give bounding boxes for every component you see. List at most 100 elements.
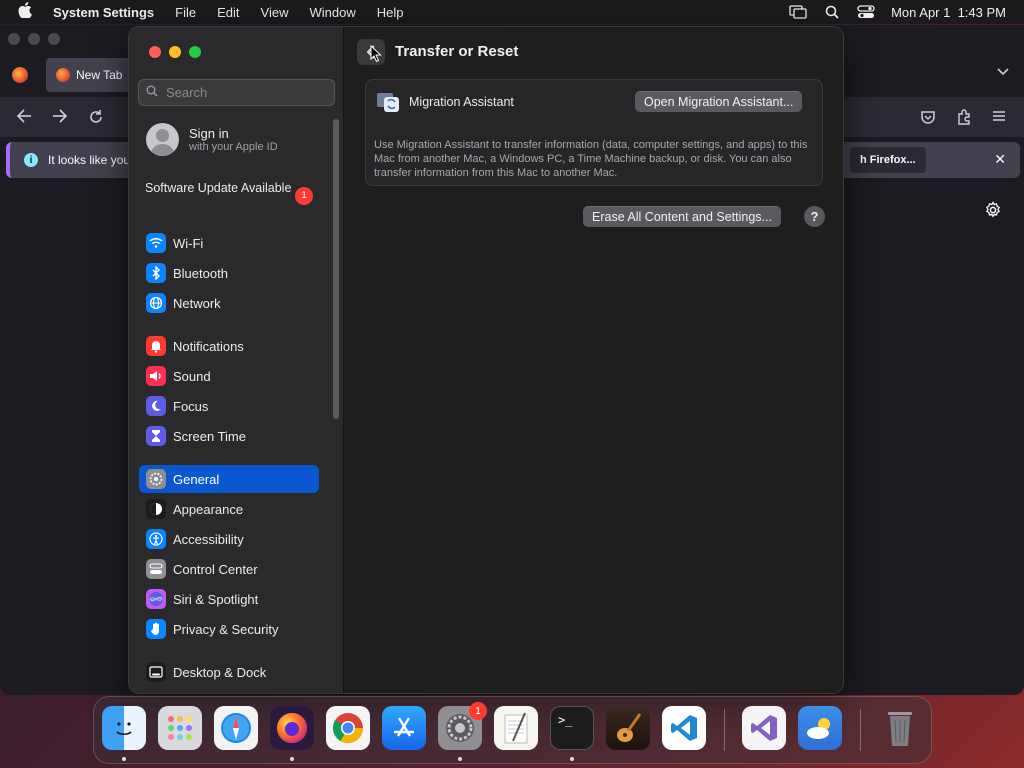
back-arrow-icon[interactable] bbox=[16, 109, 32, 128]
help-button[interactable]: ? bbox=[804, 206, 825, 227]
menu-app-name[interactable]: System Settings bbox=[53, 5, 154, 20]
pocket-icon[interactable] bbox=[920, 109, 936, 130]
migration-assistant-label: Migration Assistant bbox=[409, 95, 514, 109]
menu-window[interactable]: Window bbox=[309, 5, 355, 20]
search-field[interactable]: Search bbox=[138, 79, 335, 106]
sidebar-item-label: Control Center bbox=[173, 561, 258, 577]
bluetooth-icon bbox=[146, 263, 166, 283]
signin-title: Sign in bbox=[189, 126, 229, 141]
siri-icon bbox=[146, 589, 166, 609]
extensions-icon[interactable] bbox=[956, 109, 972, 130]
list-tabs-chevron-icon[interactable] bbox=[996, 65, 1010, 80]
chrome-icon[interactable] bbox=[326, 706, 370, 750]
sidebar-scrollbar[interactable] bbox=[333, 119, 339, 419]
garageband-icon[interactable] bbox=[606, 706, 650, 750]
gear-icon bbox=[146, 469, 166, 489]
apple-id-signin[interactable]: Sign in with your Apple ID bbox=[146, 123, 278, 156]
menu-help[interactable]: Help bbox=[377, 5, 404, 20]
close-window-button[interactable] bbox=[149, 46, 161, 58]
sidebar-item-desktop-and-dock[interactable]: Desktop & Dock bbox=[139, 658, 319, 686]
moon-icon bbox=[146, 396, 166, 416]
sidebar-item-label: Appearance bbox=[173, 501, 244, 517]
window-controls bbox=[149, 46, 201, 58]
menu-bar: System Settings File Edit View Window He… bbox=[0, 0, 1024, 24]
open-migration-assistant-button[interactable]: Open Migration Assistant... bbox=[635, 91, 803, 112]
reload-icon[interactable] bbox=[88, 109, 104, 130]
firefox-close-dot[interactable] bbox=[8, 33, 20, 45]
app-store-icon[interactable] bbox=[382, 706, 426, 750]
terminal-running-dot bbox=[570, 757, 574, 761]
vscode-icon[interactable] bbox=[662, 706, 706, 750]
finder-icon[interactable] bbox=[102, 706, 146, 750]
sidebar-item-screen-time[interactable]: Screen Time bbox=[139, 422, 319, 450]
sidebar-item-notifications[interactable]: Notifications bbox=[139, 332, 319, 360]
firefox-menu-icon[interactable] bbox=[12, 67, 28, 83]
sidebar-item-wi-fi[interactable]: Wi-Fi bbox=[139, 229, 319, 257]
speaker-icon bbox=[146, 366, 166, 386]
textedit-icon[interactable] bbox=[494, 706, 538, 750]
system-settings-badge: 1 bbox=[469, 702, 487, 720]
menu-file[interactable]: File bbox=[175, 5, 196, 20]
safari-icon[interactable] bbox=[214, 706, 258, 750]
sidebar: Search Sign in with your Apple ID Softwa… bbox=[129, 27, 344, 693]
sidebar-item-accessibility[interactable]: Accessibility bbox=[139, 525, 319, 553]
erase-all-content-button[interactable]: Erase All Content and Settings... bbox=[583, 206, 781, 227]
gear-icon[interactable] bbox=[984, 201, 1002, 224]
apple-menu-icon[interactable] bbox=[18, 2, 36, 22]
sidebar-item-focus[interactable]: Focus bbox=[139, 392, 319, 420]
firefox-icon[interactable] bbox=[270, 706, 314, 750]
menu-edit[interactable]: Edit bbox=[217, 5, 239, 20]
firefox-window-controls bbox=[8, 33, 60, 45]
terminal-icon[interactable]: >_ bbox=[550, 706, 594, 750]
trash-icon[interactable] bbox=[878, 706, 922, 750]
visual-studio-icon[interactable] bbox=[742, 706, 786, 750]
avatar bbox=[146, 123, 179, 156]
migration-assistant-icon bbox=[376, 90, 400, 114]
firefox-minimize-dot[interactable] bbox=[28, 33, 40, 45]
sidebar-item-label: Privacy & Security bbox=[173, 621, 279, 637]
sidebar-item-bluetooth[interactable]: Bluetooth bbox=[139, 259, 319, 287]
search-icon bbox=[146, 85, 160, 100]
forward-arrow-icon[interactable] bbox=[52, 109, 68, 128]
hourglass-icon bbox=[146, 426, 166, 446]
wifi-icon bbox=[146, 233, 166, 253]
sidebar-item-label: Sound bbox=[173, 368, 211, 384]
hamburger-menu-icon[interactable] bbox=[992, 109, 1006, 127]
menu-view[interactable]: View bbox=[261, 5, 289, 20]
sidebar-item-label: Screen Time bbox=[173, 428, 246, 444]
sidebar-item-label: Wi-Fi bbox=[173, 235, 204, 251]
minimize-window-button[interactable] bbox=[169, 46, 181, 58]
dock: 1 >_ bbox=[93, 696, 932, 764]
weather-icon[interactable] bbox=[798, 706, 842, 750]
sidebar-item-label: Notifications bbox=[173, 338, 244, 354]
zoom-window-button[interactable] bbox=[189, 46, 201, 58]
appearance-icon bbox=[146, 499, 166, 519]
firefox-tab-new[interactable]: New Tab bbox=[46, 58, 136, 92]
firefox-zoom-dot[interactable] bbox=[48, 33, 60, 45]
sidebar-item-privacy-and-security[interactable]: Privacy & Security bbox=[139, 615, 319, 643]
sidebar-item-siri-and-spotlight[interactable]: Siri & Spotlight bbox=[139, 585, 319, 613]
software-update-label: Software Update Available bbox=[145, 181, 292, 195]
main-pane: Transfer or Reset Migration Assistant Op… bbox=[345, 27, 843, 693]
migration-description: Use Migration Assistant to transfer info… bbox=[374, 139, 808, 179]
sidebar-item-general[interactable]: General bbox=[139, 465, 319, 493]
menu-clock[interactable]: Mon Apr 1 1:43 PM bbox=[891, 5, 1006, 20]
sidebar-item-control-center[interactable]: Control Center bbox=[139, 555, 319, 583]
sidebar-item-label: Siri & Spotlight bbox=[173, 591, 259, 607]
spotlight-search-icon[interactable] bbox=[823, 5, 841, 19]
sidebar-item-appearance[interactable]: Appearance bbox=[139, 495, 319, 523]
notification-text: It looks like you bbox=[48, 153, 131, 167]
sidebar-item-network[interactable]: Network bbox=[139, 289, 319, 317]
notification-close-icon[interactable]: ✕ bbox=[994, 151, 1006, 168]
sidebar-item-sound[interactable]: Sound bbox=[139, 362, 319, 390]
sidebar-item-label: Desktop & Dock bbox=[173, 664, 267, 680]
control-center-icon[interactable] bbox=[857, 5, 875, 19]
sidebar-item-label: General bbox=[173, 471, 220, 487]
dock-separator-trash bbox=[860, 709, 861, 751]
firefox-tab-icon bbox=[56, 68, 70, 82]
launchpad-icon[interactable] bbox=[158, 706, 202, 750]
screen-mirroring-icon[interactable] bbox=[789, 5, 807, 19]
search-placeholder: Search bbox=[166, 85, 208, 100]
notification-action-button[interactable]: h Firefox... bbox=[850, 147, 926, 173]
software-update-item[interactable]: Software Update Available 1 bbox=[145, 180, 315, 205]
